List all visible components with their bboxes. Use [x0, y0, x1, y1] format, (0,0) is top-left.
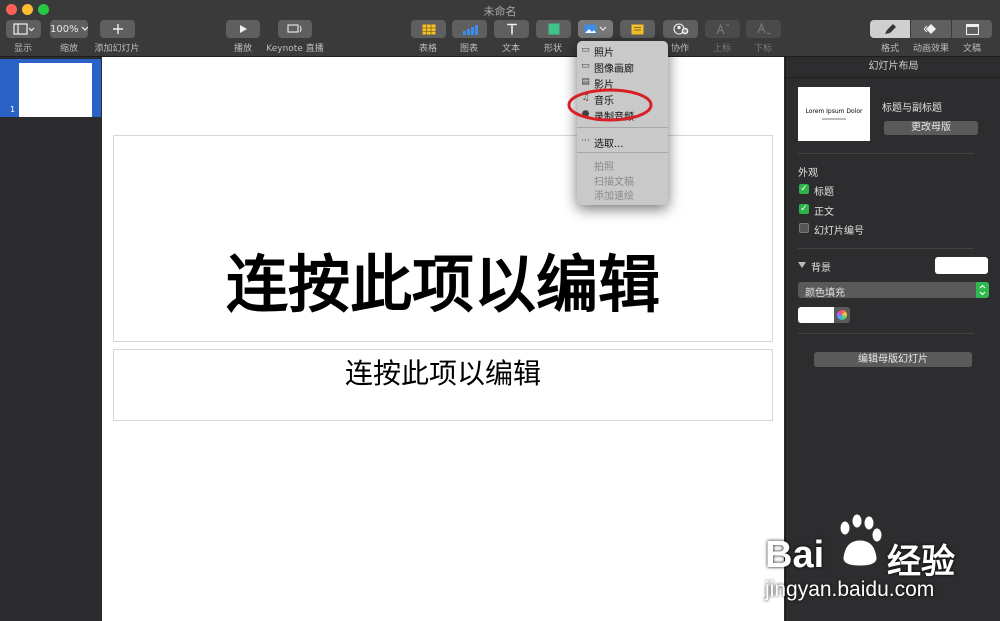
- slide-number: 1: [10, 105, 16, 114]
- body-checkbox[interactable]: ✓: [799, 204, 809, 214]
- broadcast-icon: [287, 24, 302, 33]
- slide-canvas[interactable]: 连按此项以编辑 连按此项以编辑: [102, 57, 784, 621]
- chevron-down-icon: [81, 26, 88, 31]
- keynote-live-button[interactable]: [278, 20, 312, 38]
- sidebar-view-icon: [12, 23, 34, 35]
- slide-navigator: 1: [0, 57, 101, 621]
- play-icon: [240, 25, 247, 33]
- layout-name: 标题与副标题: [882, 103, 942, 114]
- media-button[interactable]: [578, 20, 613, 38]
- menu-item-photos[interactable]: 照片: [594, 44, 614, 59]
- animate-tab[interactable]: [911, 20, 951, 38]
- menu-item-image-gallery[interactable]: 图像画廊: [594, 60, 634, 75]
- background-label: 背景: [811, 263, 831, 274]
- shape-icon: [548, 23, 559, 35]
- text-button[interactable]: [494, 20, 529, 38]
- chevron-down-icon: [599, 26, 607, 31]
- play-button[interactable]: [226, 20, 260, 38]
- menu-item-add-sketch[interactable]: 添加速绘: [594, 187, 634, 202]
- divider: [798, 153, 974, 154]
- comment-button[interactable]: [620, 20, 655, 38]
- paintbrush-icon: [884, 24, 896, 34]
- choose-icon: ⋯: [581, 136, 590, 146]
- menu-item-choose[interactable]: 选取...: [594, 135, 624, 150]
- shape-label: 形状: [543, 44, 562, 54]
- select-stepper: [976, 282, 989, 298]
- divider: [798, 248, 974, 249]
- menu-item-scan-documents[interactable]: 扫描文稿: [594, 173, 634, 188]
- color-wheel-icon: [837, 310, 847, 320]
- view-button[interactable]: [6, 20, 41, 38]
- title-checkbox-label: 标题: [814, 187, 834, 198]
- comment-icon: [631, 24, 644, 34]
- document-tab[interactable]: [952, 20, 992, 38]
- table-icon: [421, 23, 436, 35]
- slide-number-checkbox[interactable]: [799, 223, 809, 233]
- superscript-button[interactable]: [705, 20, 740, 38]
- title-placeholder[interactable]: 连按此项以编辑: [113, 135, 773, 342]
- add-slide-label: 添加幻灯片: [94, 44, 140, 54]
- toolbar: 未命名 显示 100% 缩放 添加幻灯片 播放 Keynote 直播 表格 图表…: [0, 0, 1000, 57]
- chart-button[interactable]: [452, 20, 487, 38]
- layout-preview-text: Lorem Ipsum Dolor: [805, 108, 863, 115]
- media-icon: [584, 24, 597, 34]
- body-checkbox-label: 正文: [814, 207, 834, 218]
- animate-icon: [924, 24, 936, 34]
- document-icon: [965, 23, 979, 35]
- color-picker-button[interactable]: [834, 307, 850, 323]
- add-slide-button[interactable]: [100, 20, 135, 38]
- inspector-header: 幻灯片布局: [786, 57, 1000, 78]
- photo-icon: ▭: [581, 45, 590, 55]
- chart-icon: [462, 24, 478, 35]
- text-icon: [506, 23, 517, 35]
- keynote-live-label: Keynote 直播: [266, 44, 324, 54]
- superscript-icon: [715, 23, 729, 35]
- format-tab[interactable]: [870, 20, 910, 38]
- updown-chevron-icon: [979, 284, 986, 296]
- slide-thumbnail[interactable]: [19, 63, 92, 117]
- watermark-brand-suffix: 经验: [887, 542, 955, 582]
- layout-preview-subtitle: [822, 118, 846, 120]
- menu-item-take-photo[interactable]: 拍照: [594, 158, 614, 173]
- background-color-well[interactable]: [935, 257, 988, 274]
- layout-preview[interactable]: Lorem Ipsum Dolor: [798, 87, 870, 141]
- watermark-url: jingyan.baidu.com: [765, 578, 935, 601]
- plus-icon: [112, 24, 123, 34]
- title-text: 连按此项以编辑: [225, 248, 660, 321]
- window-title: 未命名: [483, 5, 517, 18]
- collaborate-button[interactable]: [663, 20, 698, 38]
- appearance-label: 外观: [798, 168, 818, 179]
- paw-icon: [839, 514, 883, 567]
- subscript-label: 下标: [753, 44, 772, 54]
- gallery-icon: ▭: [581, 61, 590, 71]
- shape-button[interactable]: [536, 20, 571, 38]
- slide-thumbnail-selected[interactable]: 1: [0, 59, 101, 117]
- fill-color-well[interactable]: [798, 307, 834, 323]
- zoom-select[interactable]: 100%: [50, 20, 88, 38]
- document-label: 文稿: [962, 44, 981, 54]
- subscript-icon: [756, 23, 770, 34]
- title-checkbox[interactable]: ✓: [799, 184, 809, 194]
- menu-separator: [577, 152, 668, 153]
- divider: [798, 333, 974, 334]
- fill-type-value: 颜色填充: [805, 288, 845, 299]
- zoom-value: 100%: [50, 23, 79, 35]
- disclosure-triangle-icon[interactable]: [798, 262, 806, 268]
- slide-number-checkbox-label: 幻灯片编号: [814, 226, 864, 237]
- subtitle-placeholder[interactable]: 连按此项以编辑: [113, 349, 773, 421]
- collaborate-icon: [672, 23, 688, 35]
- table-button[interactable]: [411, 20, 446, 38]
- menu-separator: [577, 127, 668, 128]
- edit-master-slide-button[interactable]: 编辑母版幻灯片: [814, 352, 972, 367]
- subscript-button[interactable]: [746, 20, 781, 38]
- play-label: 播放: [233, 44, 252, 54]
- annotation-ellipse: [567, 88, 653, 122]
- fill-type-select[interactable]: 颜色填充: [798, 282, 989, 299]
- subtitle-text: 连按此项以编辑: [344, 357, 541, 390]
- watermark-brand: Bai: [765, 534, 825, 576]
- change-master-button[interactable]: 更改母版: [884, 121, 978, 135]
